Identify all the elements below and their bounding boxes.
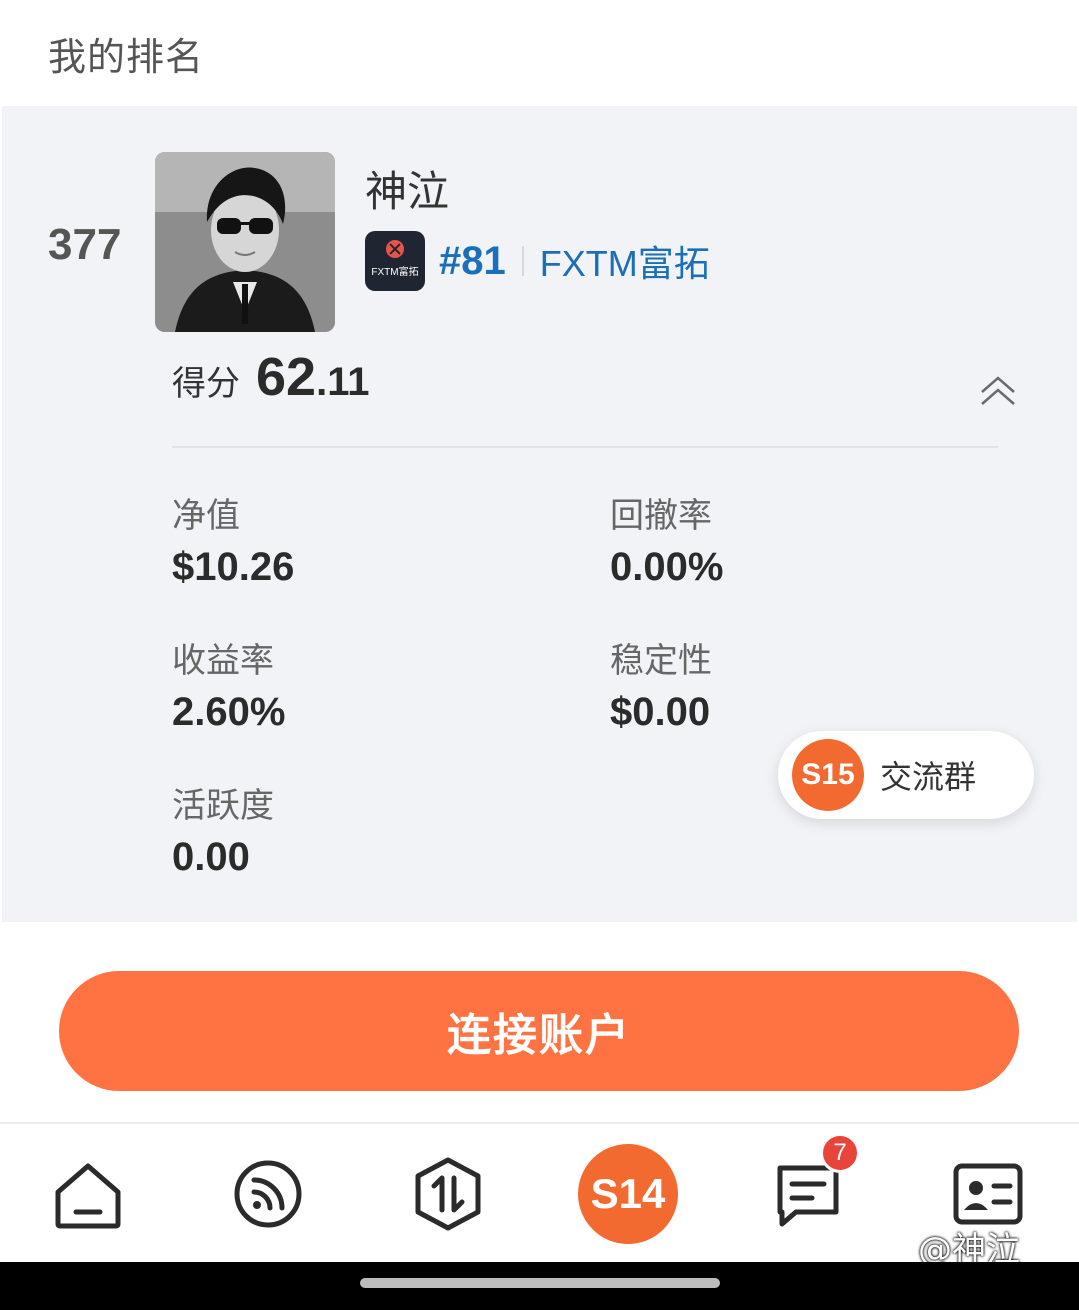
broker-row[interactable]: FXTM富拓 #81 FXTM富拓 bbox=[365, 231, 710, 291]
avatar[interactable] bbox=[155, 152, 335, 332]
s15-logo-icon: S15 bbox=[792, 739, 864, 811]
system-nav-bar bbox=[0, 1262, 1079, 1310]
chevron-up-icon[interactable] bbox=[978, 372, 1018, 412]
page: 我的排名 377 神泣 FXTM富拓 #81 FXTM富拓 得分 62 .11 … bbox=[0, 0, 1079, 1310]
stat-label: 回撤率 bbox=[610, 496, 712, 536]
group-chat-button[interactable]: S15 交流群 bbox=[778, 731, 1034, 819]
feed-icon bbox=[234, 1160, 302, 1228]
stat-value: 0.00% bbox=[610, 545, 724, 589]
home-icon bbox=[55, 1163, 121, 1229]
nav-feed[interactable] bbox=[228, 1154, 308, 1234]
stat-stability: 稳定性 $0.00 bbox=[610, 633, 712, 735]
group-chat-label: 交流群 bbox=[880, 758, 977, 796]
rank-number: 377 bbox=[48, 220, 122, 269]
stat-value: 0.00 bbox=[172, 835, 250, 879]
score-row: 得分 62 .11 bbox=[172, 346, 369, 416]
broker-rank: #81 bbox=[439, 238, 506, 283]
stat-value: 2.60% bbox=[172, 690, 286, 734]
trade-icon bbox=[415, 1157, 481, 1231]
stat-drawdown: 回撤率 0.00% bbox=[610, 488, 723, 590]
page-title: 我的排名 bbox=[48, 35, 205, 79]
home-indicator[interactable] bbox=[360, 1278, 720, 1288]
stat-activity: 活跃度 0.00 bbox=[172, 778, 274, 880]
stat-label: 收益率 bbox=[172, 641, 274, 681]
broker-logo-icon: FXTM富拓 bbox=[365, 231, 425, 291]
broker-divider bbox=[521, 246, 524, 276]
broker-name[interactable]: FXTM富拓 bbox=[540, 235, 710, 287]
ranking-card: 377 神泣 FXTM富拓 #81 FXTM富拓 得分 62 .11 净值 $1… bbox=[2, 106, 1077, 922]
score-value-major: 62 bbox=[256, 347, 317, 407]
connect-account-button[interactable]: 连接账户 bbox=[59, 971, 1019, 1091]
stat-label: 活跃度 bbox=[172, 786, 274, 826]
avatar-image bbox=[155, 152, 335, 332]
stat-value: $0.00 bbox=[610, 690, 711, 734]
divider bbox=[172, 446, 998, 448]
nav-trade[interactable] bbox=[408, 1154, 488, 1234]
score-value-minor: .11 bbox=[316, 360, 370, 404]
score-label: 得分 bbox=[172, 364, 240, 404]
stat-label: 稳定性 bbox=[610, 641, 712, 681]
stat-label: 净值 bbox=[172, 496, 240, 536]
stat-value: $10.26 bbox=[172, 545, 295, 589]
nav-home[interactable] bbox=[48, 1154, 128, 1234]
stat-return-rate: 收益率 2.60% bbox=[172, 633, 285, 735]
section-header: 我的排名 bbox=[0, 0, 1079, 106]
profile-card-icon bbox=[953, 1163, 1023, 1225]
s14-icon[interactable]: S14 bbox=[578, 1144, 678, 1244]
stat-net-value: 净值 $10.26 bbox=[172, 488, 294, 590]
username: 神泣 bbox=[365, 167, 450, 216]
unread-badge: 7 bbox=[820, 1133, 860, 1173]
